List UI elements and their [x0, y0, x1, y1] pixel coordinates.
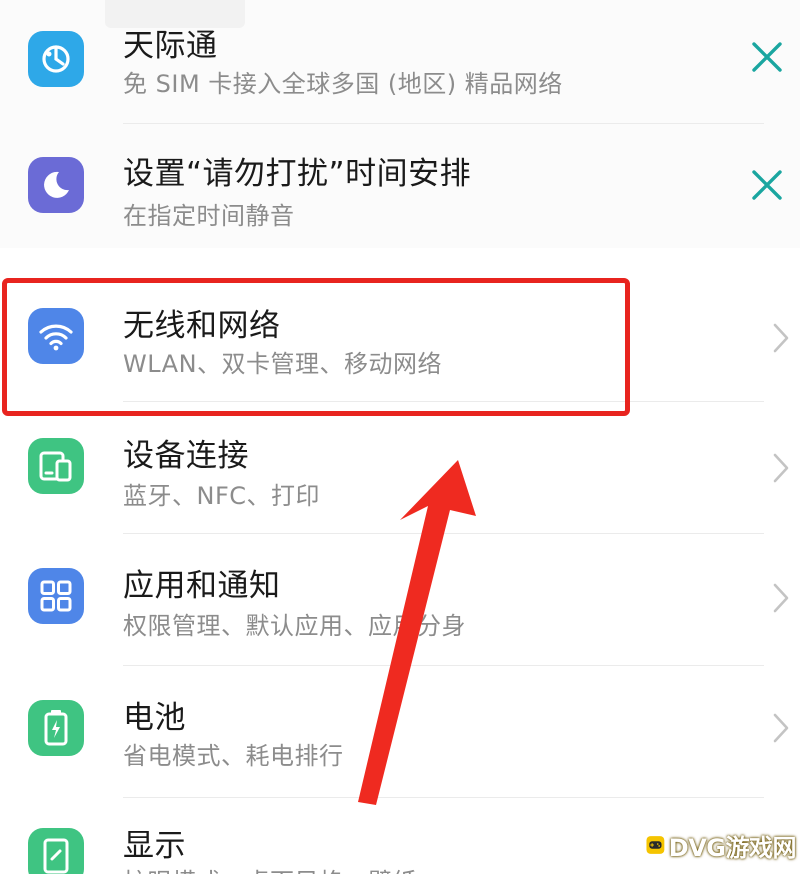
close-icon[interactable] [750, 40, 784, 74]
close-icon[interactable] [750, 168, 784, 202]
suggestion-title: 天际通 [123, 28, 218, 64]
settings-item-subtitle: 省电模式、耗电排行 [123, 742, 344, 770]
suggestion-title: 设置“请勿打扰”时间安排 [123, 156, 472, 192]
suggestion-item-tianjitong[interactable]: 天际通 免 SIM 卡接入全球多国 (地区) 精品网络 [0, 0, 800, 124]
watermark-text: DVG游戏网 [668, 833, 797, 862]
highlight-annotation-box [2, 278, 630, 416]
watermark: DVG游戏网 [646, 822, 797, 868]
apps-grid-icon [28, 568, 84, 624]
settings-item-battery[interactable]: 电池 省电模式、耗电排行 [0, 666, 800, 796]
chevron-right-icon [773, 453, 789, 483]
suggestion-subtitle: 在指定时间静音 [123, 202, 295, 230]
globe-icon [28, 31, 84, 87]
chevron-right-icon [773, 323, 789, 353]
gamepad-icon [646, 836, 665, 854]
settings-item-title: 设备连接 [123, 438, 249, 474]
settings-item-subtitle: 护眼模式、桌面风格、壁纸 [123, 862, 417, 874]
settings-item-title: 显示 [123, 828, 186, 864]
settings-item-device-connection[interactable]: 设备连接 蓝牙、NFC、打印 [0, 402, 800, 532]
settings-item-subtitle: 蓝牙、NFC、打印 [123, 482, 321, 510]
suggestion-item-do-not-disturb[interactable]: 设置“请勿打扰”时间安排 在指定时间静音 [0, 124, 800, 248]
settings-item-apps-notifications[interactable]: 应用和通知 权限管理、默认应用、应用分身 [0, 534, 800, 664]
display-icon [28, 828, 84, 874]
battery-icon [28, 700, 84, 756]
moon-icon [28, 157, 84, 213]
suggestion-subtitle: 免 SIM 卡接入全球多国 (地区) 精品网络 [123, 70, 563, 98]
settings-item-title: 电池 [123, 700, 186, 736]
device-connect-icon [28, 438, 84, 494]
settings-item-subtitle: 权限管理、默认应用、应用分身 [123, 612, 466, 640]
chevron-right-icon [773, 713, 789, 743]
chevron-right-icon [773, 583, 789, 613]
settings-item-title: 应用和通知 [123, 568, 281, 604]
